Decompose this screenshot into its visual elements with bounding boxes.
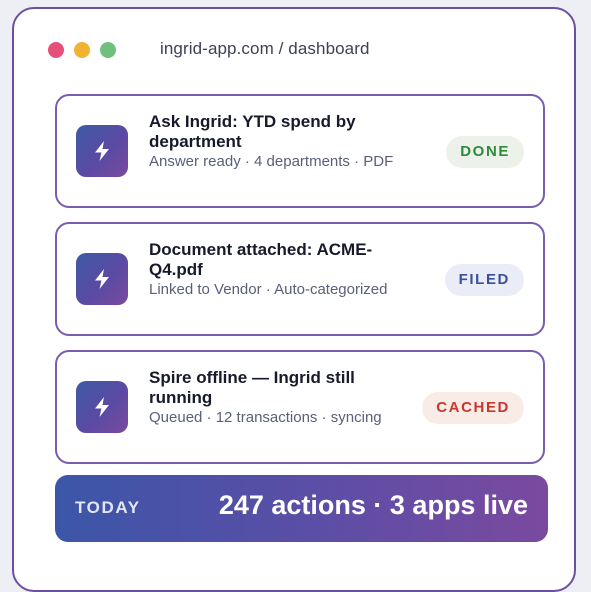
title-bar: ingrid-app.com / dashboard — [14, 9, 574, 89]
bolt-icon — [76, 381, 128, 433]
card-title: Ask Ingrid: YTD spend by department — [149, 112, 356, 151]
activity-card-document-attached[interactable]: Document attached: ACME-Q4.pdf Linked to… — [55, 222, 545, 336]
card-subtitle: Linked to Vendor · Auto-categorized — [149, 281, 388, 298]
address-bar-url[interactable]: ingrid-app.com / dashboard — [160, 39, 370, 59]
card-text: Spire offline — Ingrid still running Que… — [149, 368, 394, 427]
minimize-window-button[interactable] — [74, 42, 90, 58]
bolt-icon — [76, 253, 128, 305]
maximize-window-button[interactable] — [100, 42, 116, 58]
card-subtitle: Queued · 12 transactions · syncing — [149, 409, 382, 426]
status-badge-filed: FILED — [444, 264, 524, 296]
card-text: Document attached: ACME-Q4.pdf Linked to… — [149, 240, 394, 299]
today-summary-bar: TODAY 247 actions · 3 apps live — [55, 475, 548, 542]
summary-stats: 247 actions · 3 apps live — [218, 490, 528, 520]
status-badge-done: DONE — [446, 136, 524, 168]
bolt-icon — [76, 125, 128, 177]
summary-label: TODAY — [75, 498, 141, 517]
close-window-button[interactable] — [48, 42, 64, 58]
card-title: Document attached: ACME-Q4.pdf — [149, 240, 373, 279]
card-subtitle: Answer ready · 4 departments · PDF — [149, 153, 394, 170]
app-window: ingrid-app.com / dashboard Ask Ingrid: Y… — [12, 7, 576, 592]
card-title: Spire offline — Ingrid still running — [149, 368, 355, 407]
card-text: Ask Ingrid: YTD spend by department Answ… — [149, 112, 394, 171]
status-badge-cached: CACHED — [422, 392, 524, 424]
activity-card-spire-offline[interactable]: Spire offline — Ingrid still running Que… — [55, 350, 545, 464]
activity-card-ask-ingrid[interactable]: Ask Ingrid: YTD spend by department Answ… — [55, 94, 545, 208]
